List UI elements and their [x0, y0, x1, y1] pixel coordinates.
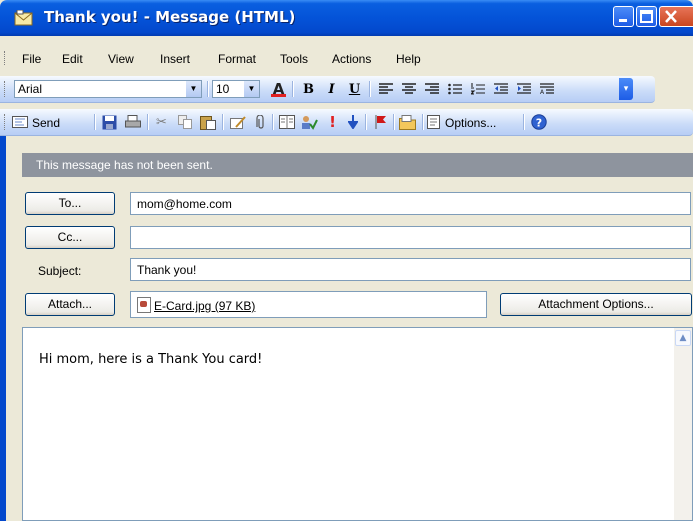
message-window: Thank you! - Message (HTML) File Edit Vi… [0, 0, 693, 521]
menu-bar: File Edit View Insert Format Tools Actio… [0, 49, 693, 69]
signature-icon[interactable] [229, 114, 246, 130]
align-center-icon[interactable] [400, 81, 417, 97]
info-bar-text: This message has not been sent. [36, 158, 213, 172]
menu-insert[interactable]: Insert [160, 52, 190, 66]
menu-actions[interactable]: Actions [332, 52, 371, 66]
subject-field[interactable]: Thank you! [130, 258, 691, 281]
numbering-icon[interactable] [469, 81, 486, 97]
menu-file[interactable]: File [22, 52, 41, 66]
low-importance-icon[interactable] [344, 114, 361, 130]
underline-icon[interactable]: U [346, 81, 363, 97]
svg-text:A: A [540, 89, 545, 95]
attachment-box: E-Card.jpg (97 KB) [130, 291, 487, 318]
formatting-toolbar: Arial ▼ 10 ▼ A B I U A ▾ [0, 76, 655, 103]
close-icon [665, 10, 677, 23]
increase-indent-icon[interactable] [515, 81, 532, 97]
copy-icon[interactable] [176, 114, 193, 130]
help-icon[interactable]: ? [530, 114, 547, 130]
info-bar: This message has not been sent. [22, 153, 693, 177]
menu-view[interactable]: View [108, 52, 134, 66]
toolbar-separator [222, 114, 224, 130]
svg-text:?: ? [535, 116, 541, 129]
toolbar-separator [207, 81, 209, 97]
maximize-button[interactable] [636, 6, 657, 27]
toolbar-grip[interactable] [4, 114, 8, 130]
message-body[interactable]: Hi mom, here is a Thank You card! ▲ [22, 327, 693, 521]
attachment-options-button[interactable]: Attachment Options... [500, 293, 692, 316]
paste-icon[interactable] [199, 114, 216, 130]
font-size-combo[interactable]: 10 ▼ [212, 80, 260, 98]
cc-field[interactable] [130, 226, 691, 249]
cc-button[interactable]: Cc... [25, 226, 115, 249]
cut-icon[interactable]: ✂ [153, 114, 170, 130]
font-size-value: 10 [216, 82, 230, 96]
vertical-scrollbar[interactable]: ▲ [674, 328, 692, 520]
attach-button[interactable]: Attach... [25, 293, 115, 316]
check-names-icon[interactable] [301, 114, 318, 130]
align-right-icon[interactable] [423, 81, 440, 97]
style-icon[interactable]: A [538, 81, 555, 97]
send-button[interactable]: Send [12, 112, 88, 132]
options-label: Options... [445, 116, 497, 130]
title-bar[interactable]: Thank you! - Message (HTML) [0, 0, 693, 36]
toolbar-separator [272, 114, 274, 130]
maximize-icon [640, 10, 653, 23]
image-file-icon [137, 297, 151, 313]
decrease-indent-icon[interactable] [492, 81, 509, 97]
chevron-down-icon[interactable]: ▼ [243, 81, 259, 97]
to-button[interactable]: To... [25, 192, 115, 215]
menu-tools[interactable]: Tools [280, 52, 308, 66]
toolbar-grip[interactable] [4, 81, 8, 97]
scroll-up-icon[interactable]: ▲ [675, 330, 691, 346]
standard-toolbar: Send ✂ ! Options... ? [0, 109, 693, 136]
menu-format[interactable]: Format [218, 52, 256, 66]
attachment-file[interactable]: E-Card.jpg (97 KB) [137, 297, 255, 313]
window-left-edge [6, 136, 22, 521]
toolbar-separator [147, 114, 149, 130]
subject-label: Subject: [38, 264, 82, 278]
bold-icon[interactable]: B [300, 81, 317, 97]
send-label: Send [32, 116, 61, 130]
save-icon[interactable] [101, 114, 118, 130]
toolbar-separator [365, 114, 367, 130]
font-name-value: Arial [18, 82, 43, 96]
flag-icon[interactable] [372, 114, 389, 130]
italic-icon[interactable]: I [323, 81, 340, 97]
toolbar-separator [94, 114, 96, 130]
paperclip-icon[interactable] [252, 114, 269, 130]
menu-edit[interactable]: Edit [62, 52, 83, 66]
window-title: Thank you! - Message (HTML) [44, 8, 296, 26]
close-button[interactable] [659, 6, 693, 27]
toolbar-separator [523, 114, 525, 130]
address-book-icon[interactable] [278, 114, 295, 130]
attachment-name: E-Card.jpg (97 KB) [154, 299, 256, 313]
message-body-text: Hi mom, here is a Thank You card! [39, 352, 263, 367]
toolbar-separator [292, 81, 294, 97]
send-icon [12, 116, 28, 128]
envelope-icon [14, 10, 33, 26]
chevron-down-icon[interactable]: ▼ [185, 81, 201, 97]
bullets-icon[interactable] [446, 81, 463, 97]
font-color-icon[interactable]: A [270, 80, 287, 98]
options-button[interactable]: Options... [427, 112, 519, 132]
folder-icon[interactable] [399, 114, 416, 130]
toolbar-separator [393, 114, 395, 130]
align-left-icon[interactable] [377, 81, 394, 97]
print-icon[interactable] [124, 114, 141, 130]
toolbar-options-icon[interactable]: ▾ [619, 78, 633, 100]
toolbar-separator [369, 81, 371, 97]
font-name-combo[interactable]: Arial ▼ [14, 80, 202, 98]
toolbar-separator [422, 114, 424, 130]
high-importance-icon[interactable]: ! [324, 113, 341, 131]
menu-help[interactable]: Help [396, 52, 421, 66]
to-field[interactable]: mom@home.com [130, 192, 691, 215]
minimize-icon [619, 19, 627, 22]
options-icon [427, 115, 440, 129]
minimize-button[interactable] [613, 6, 634, 27]
menubar-grip[interactable] [4, 51, 8, 65]
